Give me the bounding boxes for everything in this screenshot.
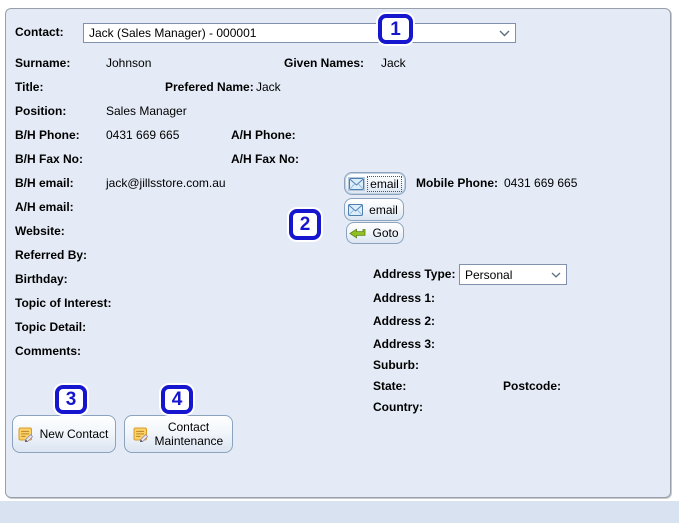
annotation-badge-2: 2 [289,209,321,240]
annotation-badge-1: 1 [378,14,413,44]
address-type-dropdown[interactable]: Personal [459,264,567,285]
bh-fax-label: B/H Fax No: [15,152,84,166]
bh-email-button-label: email [367,175,402,192]
country-label: Country: [373,400,423,414]
comments-label: Comments: [15,344,82,358]
goto-button[interactable]: Goto [346,222,404,244]
contact-label: Contact: [15,25,64,39]
bh-email-label: B/H email: [15,176,74,190]
state-label: State: [373,379,407,393]
mobile-phone-value: 0431 669 665 [504,176,578,190]
address-2-label: Address 2: [373,314,436,328]
email-icon [348,176,366,191]
prefered-name-label: Prefered Name: [165,80,254,94]
prefered-name-value: Jack [256,80,281,94]
birthday-label: Birthday: [15,272,68,286]
notepad-edit-icon [18,426,34,442]
address-3-label: Address 3: [373,337,436,351]
bh-email-value: jack@jillsstore.com.au [106,176,226,190]
address-type-dropdown-value: Personal [465,267,513,282]
bh-phone-label: B/H Phone: [15,128,80,142]
notepad-edit-icon [133,426,149,442]
website-label: Website: [15,224,65,238]
ah-email-button[interactable]: email [344,198,404,221]
referred-by-label: Referred By: [15,248,88,262]
bh-email-button[interactable]: email [344,172,406,195]
surname-value: Johnson [106,56,152,70]
annotation-badge-3: 3 [55,385,87,414]
email-icon [348,203,364,216]
address-1-label: Address 1: [373,291,436,305]
topic-of-interest-label: Topic of Interest: [15,296,112,310]
ah-email-button-label: email [369,202,398,217]
position-label: Position: [15,104,67,118]
ah-email-label: A/H email: [15,200,74,214]
goto-arrow-icon [349,227,366,239]
title-label: Title: [15,80,44,94]
annotation-badge-4: 4 [161,385,193,414]
chevron-down-icon [551,272,561,278]
postcode-label: Postcode: [503,379,562,393]
bh-phone-value: 0431 669 665 [106,128,180,142]
contact-details-panel: Contact: Jack (Sales Manager) - 000001 1… [5,8,671,498]
new-contact-button[interactable]: New Contact [12,415,116,453]
address-type-label: Address Type: [373,267,456,281]
given-names-label: Given Names: [284,56,365,70]
topic-detail-label: Topic Detail: [15,320,87,334]
given-names-value: Jack [381,56,406,70]
contact-dropdown-value: Jack (Sales Manager) - 000001 [89,26,257,40]
window-background-strip [0,501,679,523]
contact-dropdown[interactable]: Jack (Sales Manager) - 000001 [83,23,516,43]
contact-maintenance-button[interactable]: Contact Maintenance [124,415,233,453]
position-value: Sales Manager [106,104,187,118]
suburb-label: Suburb: [373,358,419,372]
goto-button-label: Goto [372,226,399,240]
ah-fax-label: A/H Fax No: [231,152,300,166]
mobile-phone-label: Mobile Phone: [416,176,498,190]
surname-label: Surname: [15,56,71,70]
chevron-down-icon [499,30,510,37]
new-contact-button-label: New Contact [39,427,109,441]
ah-phone-label: A/H Phone: [231,128,296,142]
contact-maintenance-button-label: Contact Maintenance [154,420,224,448]
